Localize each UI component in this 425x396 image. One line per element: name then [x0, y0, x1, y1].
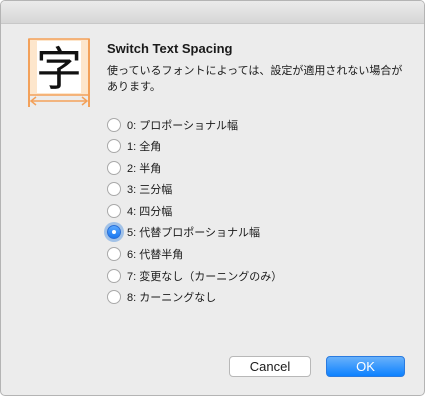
- option-7[interactable]: 7: 変更なし（カーニングのみ）: [107, 265, 282, 286]
- option-label: 5: 代替プロポーショナル幅: [127, 227, 261, 240]
- radio-button[interactable]: [107, 268, 121, 283]
- option-label: 2: 半角: [127, 162, 162, 175]
- option-label: 3: 三分幅: [127, 184, 173, 197]
- dialog-description: 使っているフォントによっては、設定が適用されない場合があります。: [107, 65, 403, 93]
- radio-button[interactable]: [107, 139, 121, 154]
- radio-button[interactable]: [107, 160, 121, 175]
- title-bar[interactable]: [1, 1, 424, 24]
- text-spacing-icon: 字: [28, 38, 90, 107]
- dialog-title: Switch Text Spacing: [107, 41, 233, 56]
- option-2[interactable]: 2: 半角: [107, 157, 282, 178]
- option-5[interactable]: 5: 代替プロポーショナル幅: [107, 222, 282, 243]
- option-4[interactable]: 4: 四分幅: [107, 200, 282, 221]
- option-label: 4: 四分幅: [127, 205, 173, 218]
- option-label: 8: カーニングなし: [127, 292, 217, 305]
- option-1[interactable]: 1: 全角: [107, 136, 282, 157]
- option-0[interactable]: 0: プロポーショナル幅: [107, 114, 282, 135]
- option-label: 0: プロポーショナル幅: [127, 119, 239, 132]
- dialog-window: 字 Switch Text Spacing 使っているフォントによっては、設定が…: [0, 0, 425, 396]
- option-6[interactable]: 6: 代替半角: [107, 244, 282, 265]
- radio-button[interactable]: [107, 247, 121, 262]
- cancel-button[interactable]: Cancel: [229, 356, 311, 377]
- option-label: 6: 代替半角: [127, 249, 184, 262]
- option-3[interactable]: 3: 三分幅: [107, 179, 282, 200]
- radio-button[interactable]: [107, 117, 121, 132]
- option-label: 7: 変更なし（カーニングのみ）: [127, 270, 283, 283]
- radio-button[interactable]: [107, 182, 121, 197]
- radio-button[interactable]: [107, 203, 121, 218]
- option-label: 1: 全角: [127, 141, 162, 154]
- ok-button[interactable]: OK: [326, 356, 405, 377]
- radio-button[interactable]: [107, 290, 121, 305]
- spacing-options: 0: プロポーショナル幅 1: 全角 2: 半角 3: 三分幅 4: 四分幅 5…: [107, 114, 282, 308]
- icon-glyph: 字: [36, 42, 82, 96]
- option-8[interactable]: 8: カーニングなし: [107, 287, 282, 308]
- radio-button-selected[interactable]: [107, 225, 121, 240]
